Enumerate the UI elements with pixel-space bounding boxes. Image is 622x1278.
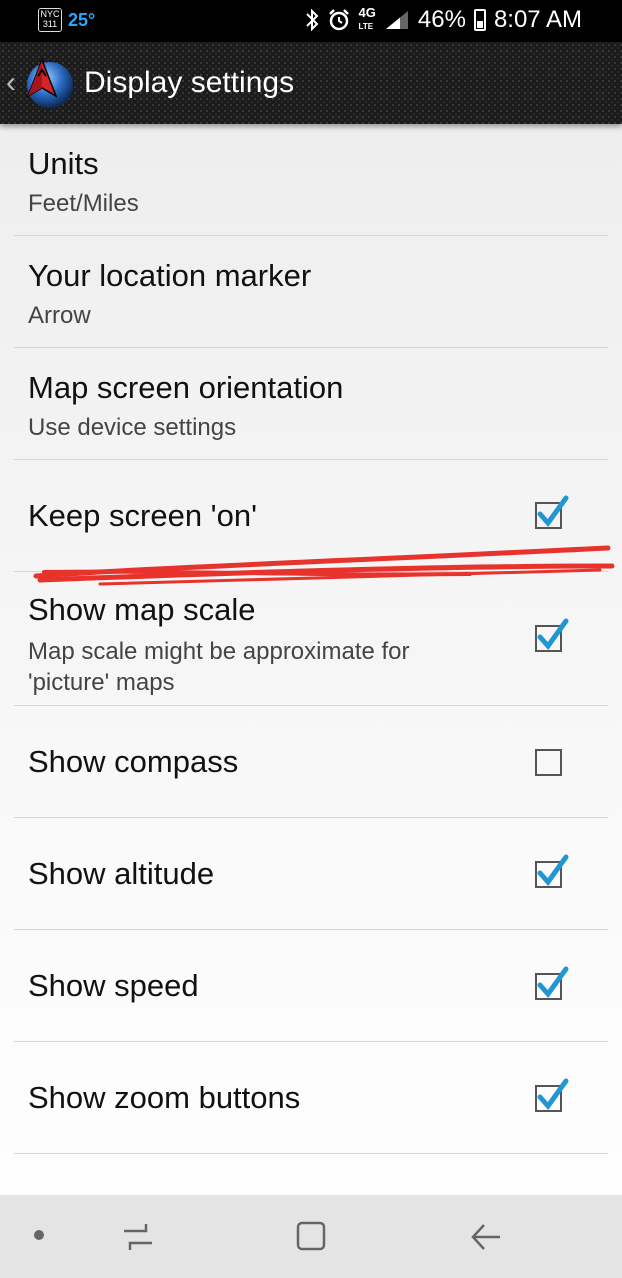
setting-title: Keep screen 'on' [28, 498, 257, 533]
setting-show-map-scale[interactable]: Show map scale Map scale might be approx… [0, 572, 622, 706]
alarm-icon [328, 9, 349, 31]
show-map-scale-checkbox[interactable] [535, 618, 569, 652]
clock: 8:07 AM [493, 6, 582, 33]
nyc-badge-top: NYC [40, 9, 60, 19]
setting-title: Show speed [28, 968, 199, 1003]
back-arrow-icon[interactable] [468, 1219, 504, 1255]
setting-title: Show zoom buttons [28, 1080, 301, 1115]
setting-show-compass[interactable]: Show compass [0, 706, 622, 818]
setting-title: Show altitude [28, 856, 215, 891]
setting-show-speed[interactable]: Show speed [0, 930, 622, 1042]
checkmark-icon [537, 1078, 569, 1110]
network-sub-label: LTE [358, 22, 374, 31]
show-compass-checkbox[interactable] [535, 749, 562, 776]
keep-screen-on-checkbox[interactable] [535, 495, 569, 529]
nyc-311-icon: NYC 311 [38, 8, 62, 32]
settings-list: Units Feet/Miles Your location marker Ar… [0, 124, 622, 1154]
battery-percent: 46% [417, 6, 466, 33]
checkmark-icon [537, 618, 569, 650]
show-altitude-checkbox[interactable] [535, 854, 569, 888]
setting-units[interactable]: Units Feet/Miles [0, 124, 622, 236]
setting-title: Show map scale [28, 592, 256, 627]
setting-subtitle: Map scale might be approximate for 'pict… [28, 638, 410, 696]
temperature: 25° [68, 9, 96, 30]
setting-map-orientation[interactable]: Map screen orientation Use device settin… [0, 348, 622, 460]
setting-subtitle: Feet/Miles [28, 190, 139, 217]
setting-title: Units [28, 146, 99, 181]
recent-apps-icon[interactable] [120, 1219, 156, 1255]
checkmark-icon [537, 966, 569, 998]
network-label: 4G [358, 5, 376, 20]
setting-title: Map screen orientation [28, 370, 344, 405]
status-bar: NYC 311 25° 4G LTE 46% 8:07 AM [0, 0, 622, 42]
app-bar: ‹ Display settings [0, 42, 622, 124]
setting-location-marker[interactable]: Your location marker Arrow [0, 236, 622, 348]
setting-title: Your location marker [28, 258, 312, 293]
setting-show-zoom-buttons[interactable]: Show zoom buttons [0, 1042, 622, 1154]
page-title: Display settings [84, 66, 295, 99]
home-icon[interactable] [294, 1219, 330, 1255]
navigation-bar [0, 1195, 622, 1278]
setting-title: Show compass [28, 744, 239, 779]
divider [14, 1153, 608, 1154]
show-speed-checkbox[interactable] [535, 966, 569, 1000]
checkmark-icon [537, 495, 569, 527]
show-zoom-buttons-checkbox[interactable] [535, 1078, 569, 1112]
back-chevron-icon[interactable]: ‹ [6, 66, 16, 100]
nyc-badge-bottom: 311 [42, 19, 58, 29]
battery-icon [473, 9, 486, 31]
setting-subtitle: Arrow [28, 302, 91, 329]
checkmark-icon [537, 854, 569, 886]
signal-icon [385, 11, 408, 29]
app-logo-icon[interactable] [22, 56, 76, 110]
network-type: 4G LTE [358, 5, 376, 33]
setting-show-altitude[interactable]: Show altitude [0, 818, 622, 930]
setting-keep-screen-on[interactable]: Keep screen 'on' [0, 460, 622, 572]
bluetooth-icon [305, 8, 318, 32]
dot-icon[interactable] [29, 1225, 49, 1245]
setting-subtitle: Use device settings [28, 414, 237, 441]
